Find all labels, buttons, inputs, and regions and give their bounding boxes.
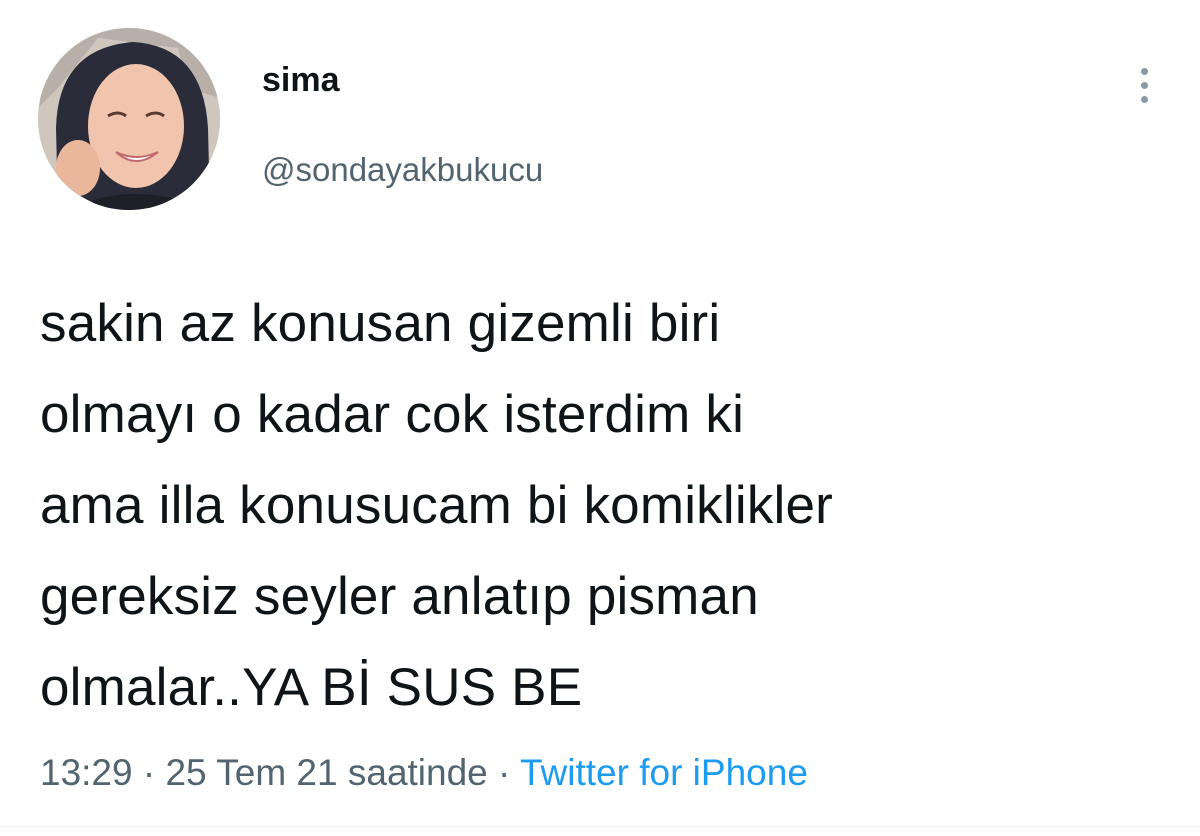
tweet-text: sakin az konusan gizemli biri olmayı o k… bbox=[40, 278, 1180, 733]
divider bbox=[0, 826, 1200, 827]
tweet-time[interactable]: 13:29 bbox=[40, 752, 133, 793]
more-vertical-icon bbox=[1140, 95, 1148, 103]
avatar-image bbox=[38, 28, 220, 210]
tweet-text-line: olmalar..YA Bİ SUS BE bbox=[40, 658, 583, 717]
tweet-card: sima @sondayakbukucu sakin az konusan gi… bbox=[0, 0, 1200, 836]
tweet-date[interactable]: 25 Tem 21 saatinde bbox=[165, 752, 487, 793]
avatar[interactable] bbox=[38, 28, 220, 210]
tweet-source-link[interactable]: Twitter for iPhone bbox=[520, 752, 808, 793]
tweet-text-line: sakin az konusan gizemli biri bbox=[40, 294, 721, 353]
tweet-text-line: ama illa konusucam bi komiklikler bbox=[40, 476, 834, 535]
more-options-button[interactable] bbox=[1126, 60, 1162, 110]
tweet-text-line: gereksiz seyler anlatıp pisman bbox=[40, 567, 759, 626]
meta-separator: · bbox=[132, 752, 166, 793]
more-vertical-icon bbox=[1140, 81, 1148, 89]
meta-separator: · bbox=[487, 752, 520, 793]
author-handle[interactable]: @sondayakbukucu bbox=[262, 148, 543, 192]
tweet-meta: 13:29 · 25 Tem 21 saatinde · Twitter for… bbox=[40, 748, 808, 798]
author-block: sima @sondayakbukucu bbox=[262, 58, 543, 192]
more-vertical-icon bbox=[1140, 67, 1148, 75]
tweet-text-line: olmayı o kadar cok isterdim ki bbox=[40, 385, 745, 444]
author-display-name[interactable]: sima bbox=[262, 58, 543, 102]
